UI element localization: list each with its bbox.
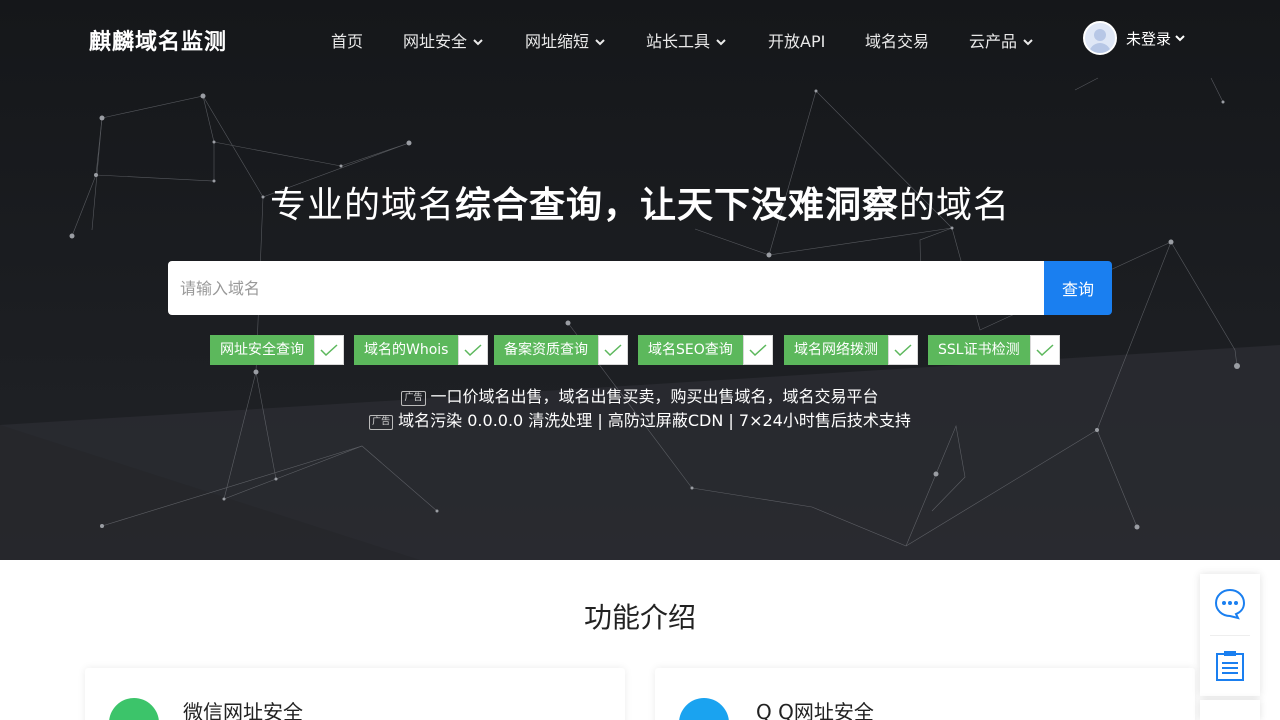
checkmark-icon xyxy=(888,335,918,365)
feature-card-qq[interactable]: Q Q网址安全 xyxy=(655,668,1195,720)
nav-url-security-label: 网址安全 xyxy=(403,32,468,51)
option-icp-filing[interactable]: 备案资质查询 xyxy=(494,335,628,365)
user-menu[interactable]: 未登录 xyxy=(1083,21,1185,55)
feature-card-wechat[interactable]: 微信网址安全 xyxy=(85,668,625,720)
chevron-down-icon xyxy=(716,39,726,46)
option-label: 域名的Whois xyxy=(354,335,459,365)
ad-text: 一口价域名出售，域名出售买卖，购买出售域名，域名交易平台 xyxy=(430,387,879,406)
option-label: 备案资质查询 xyxy=(494,335,598,365)
option-label: SSL证书检测 xyxy=(928,335,1030,365)
option-ssl-check[interactable]: SSL证书检测 xyxy=(928,335,1060,365)
feature-card-title: 微信网址安全 xyxy=(183,700,303,720)
wechat-icon xyxy=(109,698,159,720)
option-seo[interactable]: 域名SEO查询 xyxy=(638,335,773,365)
chevron-down-icon xyxy=(595,39,605,46)
nav-home-label: 首页 xyxy=(331,32,364,51)
nav-url-shortener-label: 网址缩短 xyxy=(525,32,590,51)
chevron-down-icon xyxy=(473,39,483,46)
site-logo[interactable]: 麒麟域名监测 xyxy=(89,24,227,56)
search-button[interactable]: 查询 xyxy=(1044,261,1112,315)
floating-side-panel xyxy=(1200,574,1260,696)
ad-link-domain-sale[interactable]: 广告 一口价域名出售，域名出售买卖，购买出售域名，域名交易平台 xyxy=(0,383,1280,407)
nav-webmaster-tools-label: 站长工具 xyxy=(646,32,711,51)
option-url-security-check[interactable]: 网址安全查询 xyxy=(210,335,344,365)
chevron-down-icon xyxy=(1175,34,1185,41)
nav-open-api[interactable]: 开放API xyxy=(768,28,825,52)
domain-search-bar: 查询 xyxy=(168,261,1112,315)
chat-bubble-icon xyxy=(1214,588,1246,620)
checkmark-icon xyxy=(598,335,628,365)
option-label: 域名网络拨测 xyxy=(784,335,888,365)
nav-cloud-products-label: 云产品 xyxy=(969,32,1018,51)
option-label: 域名SEO查询 xyxy=(638,335,743,365)
checkmark-icon xyxy=(742,335,773,365)
ad-link-dns-cleanup[interactable]: 广告 域名污染 0.0.0.0 清洗处理 | 高防过屏蔽CDN | 7×24小时售… xyxy=(0,407,1280,431)
login-status: 未登录 xyxy=(1126,29,1172,48)
nav-url-shortener[interactable]: 网址缩短 xyxy=(525,28,605,52)
option-network-dial-test[interactable]: 域名网络拨测 xyxy=(784,335,918,365)
user-avatar-icon xyxy=(1083,21,1117,55)
ad-badge: 广告 xyxy=(369,415,394,430)
work-order-button[interactable] xyxy=(1200,636,1260,696)
hero-headline: 专业的域名综合查询，让天下没难洞察的域名 xyxy=(0,176,1280,228)
headline-part-3: 的域名 xyxy=(899,185,1011,226)
checkmark-icon xyxy=(314,335,344,365)
chevron-down-icon xyxy=(1023,39,1033,46)
qq-icon xyxy=(679,698,729,720)
checkmark-icon xyxy=(1029,335,1060,365)
nav-open-api-label: 开放API xyxy=(768,32,826,51)
nav-url-security[interactable]: 网址安全 xyxy=(403,28,483,52)
nav-home[interactable]: 首页 xyxy=(331,28,363,52)
nav-cloud-products[interactable]: 云产品 xyxy=(969,28,1033,52)
top-navigation: 麒麟域名监测 首页 网址安全 网址缩短 站长工具 开放API 域名交易 云产品 … xyxy=(0,0,1280,78)
headline-part-1: 专业的域名 xyxy=(269,185,455,226)
headline-part-2: 综合查询，让天下没难洞察 xyxy=(454,185,899,226)
feature-card-title: Q Q网址安全 xyxy=(756,700,874,720)
ad-badge: 广告 xyxy=(401,391,426,406)
checkmark-icon xyxy=(458,335,489,365)
back-to-top-button[interactable] xyxy=(1200,700,1260,720)
domain-search-input[interactable] xyxy=(168,261,1044,315)
option-label: 网址安全查询 xyxy=(210,335,314,365)
nav-webmaster-tools[interactable]: 站长工具 xyxy=(646,28,726,52)
clipboard-icon xyxy=(1216,651,1244,681)
online-chat-button[interactable] xyxy=(1200,574,1260,634)
option-whois[interactable]: 域名的Whois xyxy=(354,335,489,365)
features-title: 功能介绍 xyxy=(583,601,696,634)
nav-domain-trading-label: 域名交易 xyxy=(865,32,930,51)
nav-domain-trading[interactable]: 域名交易 xyxy=(865,28,929,52)
ad-text: 域名污染 0.0.0.0 清洗处理 | 高防过屏蔽CDN | 7×24小时售后技… xyxy=(398,411,911,430)
